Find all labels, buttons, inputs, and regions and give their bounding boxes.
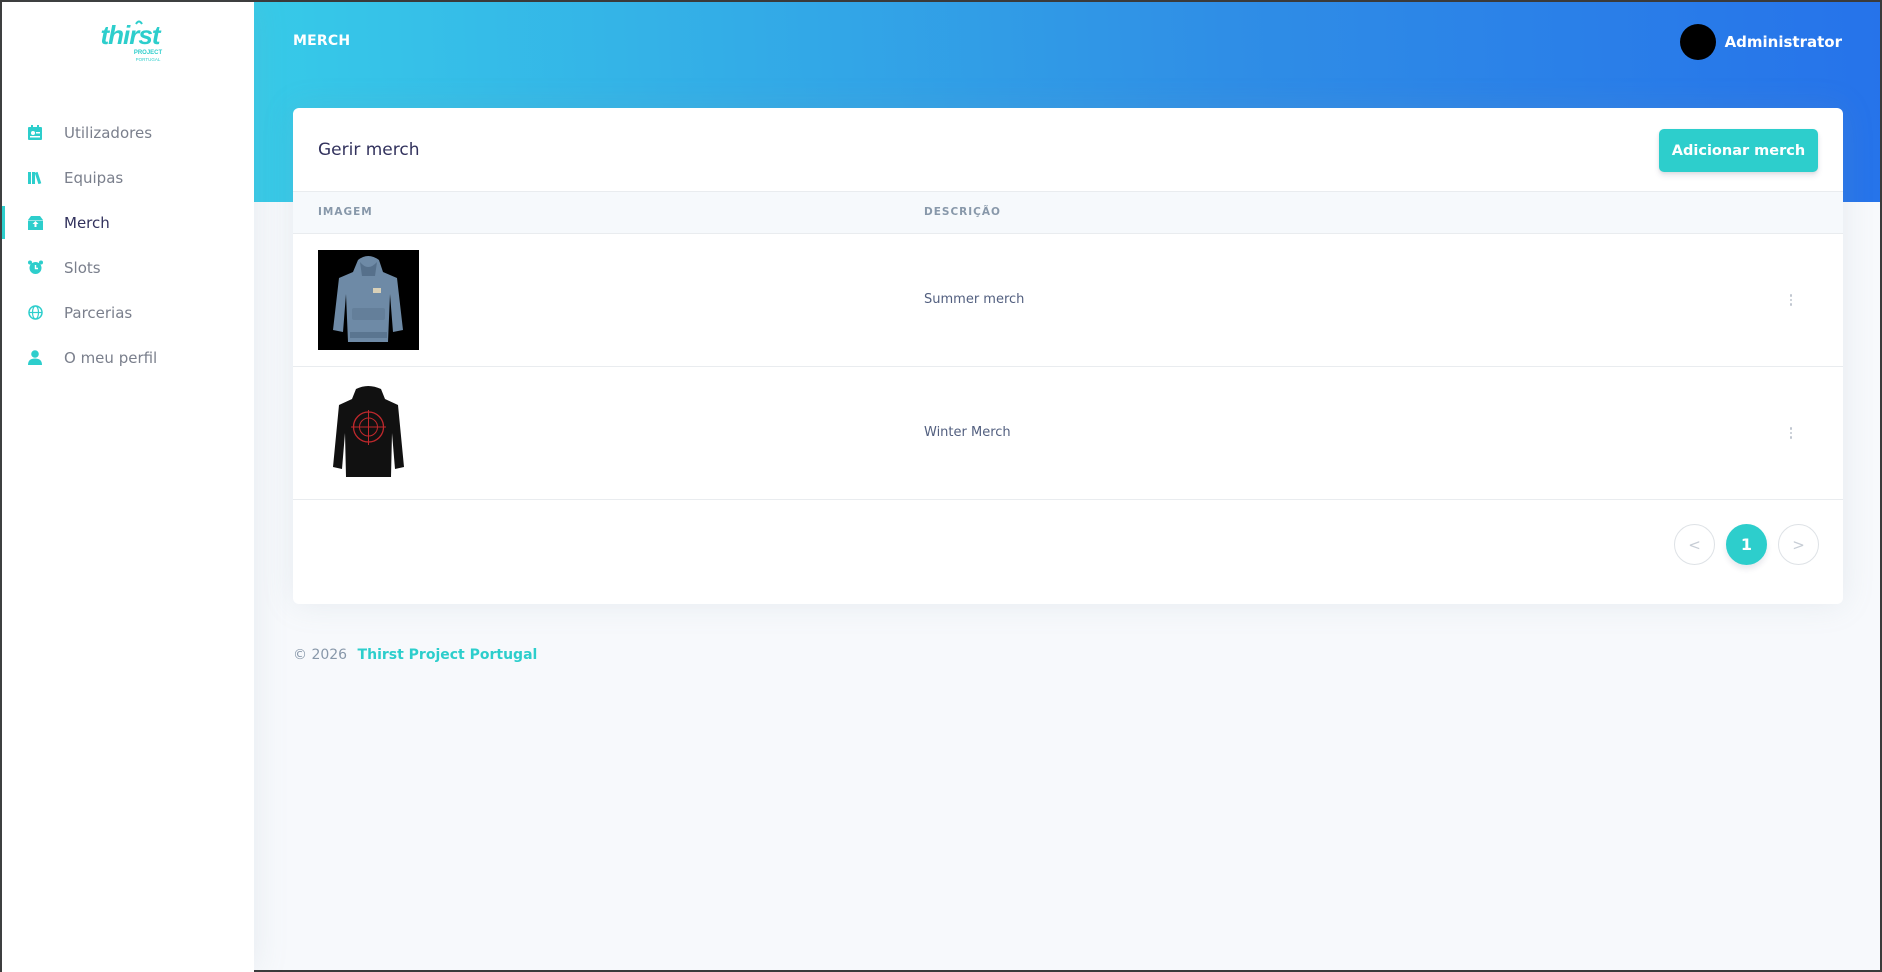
merch-card: Gerir merch Adicionar merch IMAGEM DESCR… bbox=[293, 108, 1843, 604]
pagination: < 1 > bbox=[1674, 524, 1819, 565]
grey-hoodie-image bbox=[318, 250, 419, 350]
pagination-page-1[interactable]: 1 bbox=[1726, 524, 1767, 565]
table-header: IMAGEM DESCRIÇÃO bbox=[293, 192, 1843, 234]
footer-copyright: © 2026 bbox=[293, 647, 348, 663]
user-menu[interactable]: Administrator bbox=[1679, 24, 1842, 60]
column-header-descricao: DESCRIÇÃO bbox=[924, 206, 1001, 218]
sidebar: thirst PROJECT PORTUGAL Utilizadores Equ… bbox=[2, 2, 254, 972]
row-actions-kebab-icon[interactable] bbox=[1785, 423, 1797, 443]
sidebar-item-merch[interactable]: Merch bbox=[2, 200, 254, 245]
table-row: Summer merch bbox=[293, 234, 1843, 367]
card-header: Gerir merch Adicionar merch bbox=[293, 108, 1843, 192]
sidebar-nav: Utilizadores Equipas Merch Slots Parceri… bbox=[2, 110, 254, 380]
user-icon bbox=[26, 349, 44, 367]
user-name: Administrator bbox=[1724, 33, 1842, 51]
svg-text:PORTUGAL: PORTUGAL bbox=[136, 57, 161, 62]
sidebar-item-utilizadores[interactable]: Utilizadores bbox=[2, 110, 254, 155]
avatar[interactable] bbox=[1679, 24, 1716, 60]
sidebar-item-label: Utilizadores bbox=[64, 123, 153, 142]
footer-link-thirst-project[interactable]: Thirst Project Portugal bbox=[358, 647, 538, 663]
thirst-project-logo[interactable]: thirst PROJECT PORTUGAL bbox=[90, 16, 170, 64]
sidebar-item-equipas[interactable]: Equipas bbox=[2, 155, 254, 200]
column-header-imagem: IMAGEM bbox=[318, 206, 373, 218]
sidebar-item-parcerias[interactable]: Parcerias bbox=[2, 290, 254, 335]
merch-description: Summer merch bbox=[924, 292, 1025, 307]
merch-description: Winter Merch bbox=[924, 425, 1011, 440]
sidebar-item-label: O meu perfil bbox=[64, 348, 158, 367]
table-row: Winter Merch bbox=[293, 367, 1843, 500]
svg-text:PROJECT: PROJECT bbox=[134, 50, 163, 56]
row-actions-kebab-icon[interactable] bbox=[1785, 290, 1797, 310]
add-merch-button[interactable]: Adicionar merch bbox=[1659, 129, 1818, 172]
sidebar-item-slots[interactable]: Slots bbox=[2, 245, 254, 290]
box-icon bbox=[26, 214, 44, 232]
sidebar-item-o-meu-perfil[interactable]: O meu perfil bbox=[2, 335, 254, 380]
black-hoodie-image bbox=[318, 383, 419, 483]
sidebar-item-label: Merch bbox=[64, 213, 110, 232]
pagination-next-button[interactable]: > bbox=[1778, 524, 1819, 565]
sidebar-item-label: Parcerias bbox=[64, 303, 133, 322]
id-card-icon bbox=[26, 124, 44, 142]
card-title: Gerir merch bbox=[318, 140, 420, 160]
footer: © 2026 Thirst Project Portugal bbox=[293, 647, 537, 663]
sidebar-item-label: Equipas bbox=[64, 168, 124, 187]
books-icon bbox=[26, 169, 44, 187]
page-title: MERCH bbox=[293, 33, 351, 49]
pagination-prev-button[interactable]: < bbox=[1674, 524, 1715, 565]
globe-icon bbox=[26, 304, 44, 322]
svg-text:thirst: thirst bbox=[101, 20, 162, 50]
alarm-clock-icon bbox=[26, 259, 44, 277]
sidebar-item-label: Slots bbox=[64, 258, 101, 277]
